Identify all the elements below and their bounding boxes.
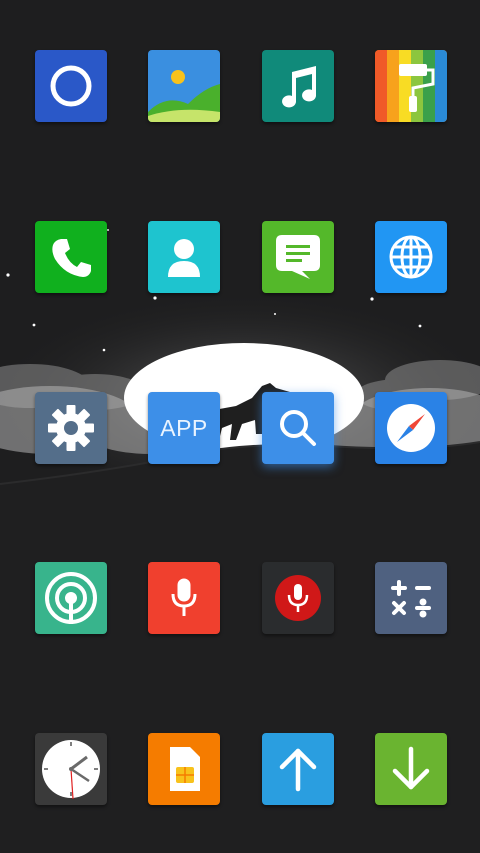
download-arrow-icon[interactable] xyxy=(375,733,447,805)
upload-arrow-icon[interactable] xyxy=(262,733,334,805)
music-icon[interactable] xyxy=(262,50,334,122)
app-folder-label: APP xyxy=(160,414,208,441)
globe-icon[interactable] xyxy=(375,221,447,293)
theme-paint-roller-icon[interactable] xyxy=(375,50,447,122)
settings-gear-icon[interactable] xyxy=(35,392,107,464)
calculator-icon[interactable] xyxy=(375,562,447,634)
app-folder-icon[interactable]: APP xyxy=(148,392,220,464)
hotspot-icon[interactable] xyxy=(35,562,107,634)
browser-circle-icon[interactable] xyxy=(35,50,107,122)
contacts-icon[interactable] xyxy=(148,221,220,293)
messages-icon[interactable] xyxy=(262,221,334,293)
search-icon[interactable] xyxy=(262,392,334,464)
voice-recorder-icon[interactable] xyxy=(148,562,220,634)
compass-icon[interactable] xyxy=(375,392,447,464)
gallery-icon[interactable] xyxy=(148,50,220,122)
microphone-icon[interactable] xyxy=(262,562,334,634)
clock-icon[interactable] xyxy=(35,733,107,805)
phone-icon[interactable] xyxy=(35,221,107,293)
sim-card-icon[interactable] xyxy=(148,733,220,805)
